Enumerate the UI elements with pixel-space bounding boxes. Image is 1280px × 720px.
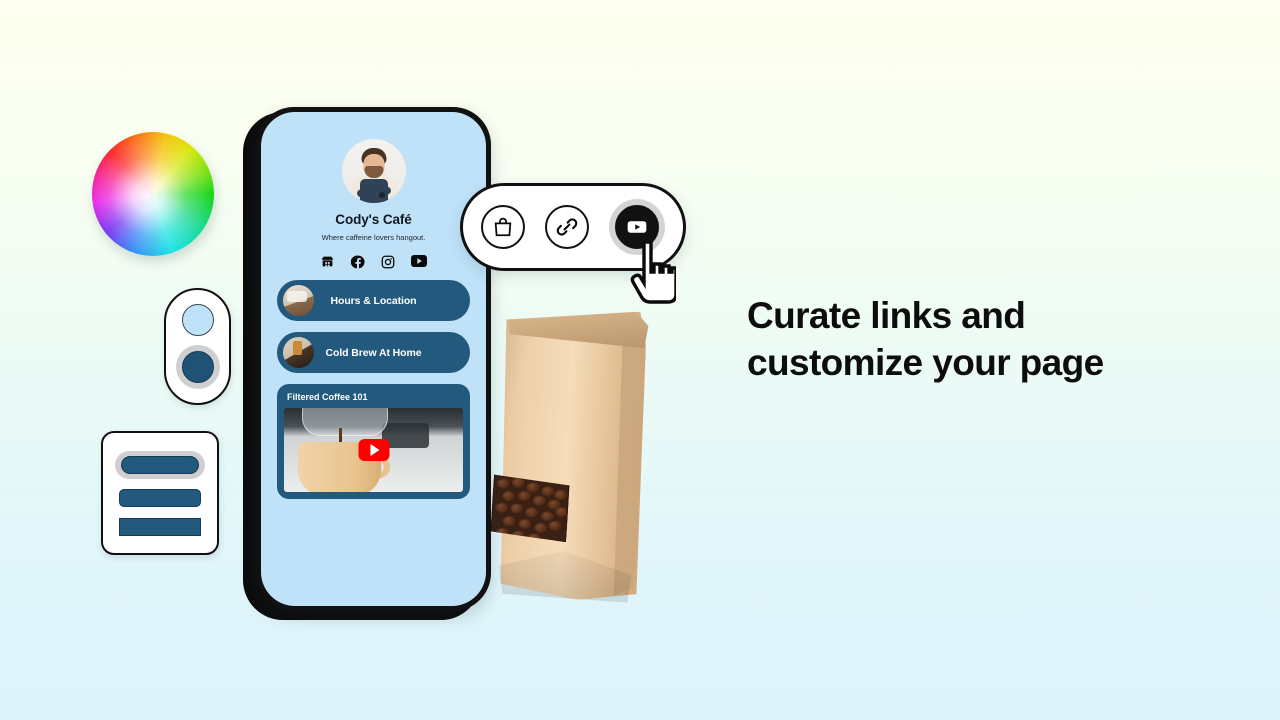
- shopping-bag-icon[interactable]: [481, 205, 525, 249]
- list-item-label: Cold Brew At Home: [325, 346, 422, 359]
- hero-illustration-stage: Cody's Café Where caffeine lovers hangou…: [0, 0, 1280, 720]
- button-shape-picker: [101, 431, 219, 555]
- avatar: [341, 139, 406, 203]
- dark-teal-swatch[interactable]: [181, 350, 214, 383]
- video-thumbnail[interactable]: [284, 408, 463, 492]
- rounded-shape-option[interactable]: [119, 489, 201, 507]
- phone-mockup: Cody's Café Where caffeine lovers hangou…: [256, 107, 491, 611]
- social-icon-row: [277, 255, 470, 269]
- list-item-label: Hours & Location: [330, 294, 417, 307]
- page-title-line-2: customize your page: [747, 342, 1104, 383]
- list-item[interactable]: Hours & Location: [277, 280, 470, 321]
- pill-shape-option[interactable]: [121, 455, 199, 474]
- list-item[interactable]: Cold Brew At Home: [277, 332, 470, 373]
- link-icon[interactable]: [545, 205, 589, 249]
- selection-ring: [115, 450, 205, 479]
- facebook-icon[interactable]: [351, 255, 365, 269]
- video-title: Filtered Coffee 101: [287, 392, 368, 402]
- color-wheel-icon[interactable]: [92, 132, 214, 256]
- video-embed-card[interactable]: Filtered Coffee 101: [277, 384, 470, 499]
- youtube-icon[interactable]: [411, 255, 427, 269]
- profile-tagline: Where caffeine lovers hangout.: [321, 233, 426, 242]
- youtube-play-button[interactable]: [358, 439, 389, 461]
- coffee-bag: [488, 295, 653, 603]
- instagram-icon[interactable]: [381, 255, 395, 269]
- color-swatch-picker: [164, 288, 231, 405]
- light-blue-swatch[interactable]: [181, 304, 214, 337]
- square-shape-option[interactable]: [119, 517, 201, 536]
- selection-ring: [175, 344, 220, 389]
- profile-name: Cody's Café: [335, 212, 412, 227]
- page-title: Curate links and customize your page: [747, 292, 1177, 386]
- phone-screen: Cody's Café Where caffeine lovers hangou…: [261, 112, 486, 606]
- pointing-hand-cursor: [630, 240, 678, 304]
- color-wheel-picker[interactable]: [92, 132, 214, 256]
- page-title-line-1: Curate links and: [747, 295, 1026, 336]
- storefront-icon[interactable]: [320, 255, 335, 269]
